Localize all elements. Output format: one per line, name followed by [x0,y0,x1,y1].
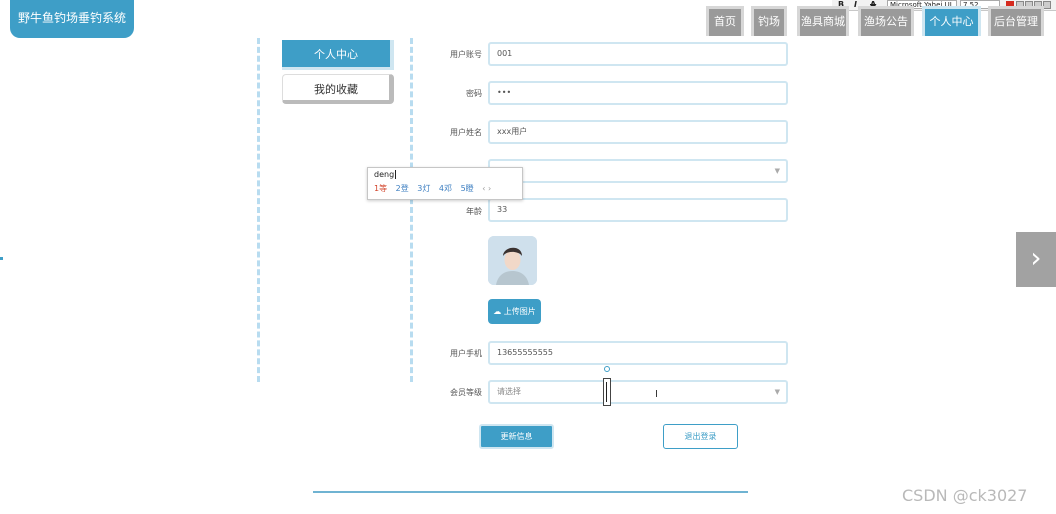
chevron-down-icon: ▼ [774,167,780,175]
update-info-button[interactable]: 更新信息 [479,424,554,449]
ime-candidate[interactable]: 4邓 [439,184,452,193]
ime-pager-arrows[interactable]: ‹ › [482,184,491,193]
gender-select[interactable]: ▼ [488,159,788,183]
next-arrow-button[interactable]: › [1016,232,1056,287]
nav-tab-fishing-spot[interactable]: 钓场 [751,6,787,36]
ime-candidate-popup: deng 1等 2登 3灯 4邓 5瞪 ‹ › [367,167,523,200]
password-field[interactable]: ••• [488,81,788,105]
password-label: 密码 [466,89,482,98]
chevron-down-icon: ▼ [774,388,780,396]
avatar-image [488,236,537,285]
cloud-upload-icon: ☁ [493,307,502,316]
text-cursor-box [603,378,611,406]
ime-candidate[interactable]: 5瞪 [461,184,474,193]
italic-button[interactable]: I [854,0,857,10]
ime-composition: deng [374,170,397,179]
nav-tab-announcements[interactable]: 渔场公告 [858,6,914,36]
name-label: 用户姓名 [450,128,482,137]
app-logo[interactable]: 野牛鱼钓场垂钓系统 [10,0,134,38]
nav-tab-tackle-shop[interactable]: 渔具商城 [797,6,849,36]
vip-level-placeholder: 请选择 [497,387,521,396]
upload-image-button[interactable]: ☁ 上传图片 [488,299,541,324]
footer-divider [313,491,748,493]
age-label: 年龄 [466,207,482,216]
account-label: 用户账号 [450,50,482,59]
nav-tab-admin[interactable]: 后台管理 [988,6,1044,36]
ime-candidate[interactable]: 3灯 [417,184,430,193]
avatar [488,236,537,285]
sidebar-item-favorites[interactable]: 我的收藏 [282,74,394,104]
name-field[interactable]: xxx用户 [488,120,788,144]
ime-candidate[interactable]: 1等 [374,184,387,193]
ibeam-cursor-icon: I [655,389,658,400]
watermark: CSDN @ck3027 [902,486,1028,505]
phone-field[interactable]: 13655555555 [488,341,788,365]
sidebar-divider-left [257,38,260,382]
vip-level-select[interactable]: 请选择 ▼ [488,380,788,404]
upload-image-label: 上传图片 [503,307,536,316]
ime-candidate-list: 1等 2登 3灯 4邓 5瞪 ‹ › [374,183,497,194]
phone-label: 用户手机 [450,349,482,358]
vip-level-label: 会员等级 [450,388,482,397]
ime-candidate[interactable]: 2登 [396,184,409,193]
account-field[interactable]: 001 [488,42,788,66]
circle-icon [604,366,610,372]
nav-tab-profile[interactable]: 个人中心 [922,6,981,36]
left-edge-marker [0,257,3,260]
color-swatch[interactable] [1043,1,1051,9]
age-field[interactable]: 33 [488,198,788,222]
sidebar-item-profile[interactable]: 个人中心 [282,40,394,70]
sidebar-divider-right [410,38,413,382]
nav-tab-home[interactable]: 首页 [706,6,744,36]
logout-button[interactable]: 退出登录 [663,424,738,449]
